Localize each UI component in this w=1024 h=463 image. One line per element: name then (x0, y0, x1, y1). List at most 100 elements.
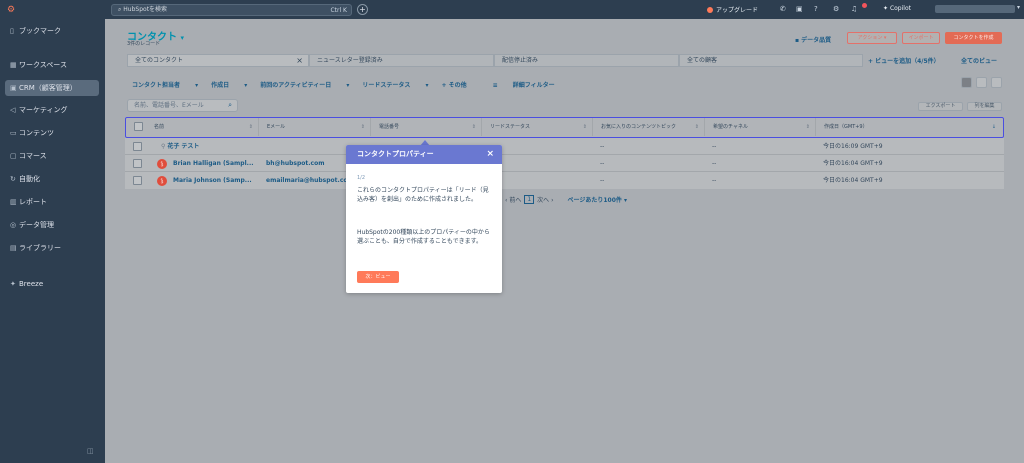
sidebar-item-breeze[interactable]: ✦ Breeze (0, 276, 105, 292)
actions-button[interactable]: アクション ▾ (847, 32, 897, 44)
edit-columns-label: 列を編集 (974, 103, 995, 109)
export-button[interactable]: エクスポート (918, 102, 963, 111)
filter-lead-status[interactable]: リードステータス ▾ (362, 80, 428, 89)
filter-icon: ≡ (492, 82, 500, 89)
sparkle-icon: ✦ (10, 280, 16, 288)
close-icon[interactable]: × (296, 55, 303, 66)
table-row[interactable]: ꝣ Brian Halligan (Sampl... bh@hubspot.co… (125, 155, 1004, 172)
header-label: 希望のチャネル (713, 124, 748, 130)
sidebar-item-content[interactable]: ▭ コンテンツ (0, 125, 105, 141)
filter-label: 作成日 (211, 82, 230, 89)
table-row[interactable]: ꝣ Maria Johnson (Samp... emailmaria@hubs… (125, 172, 1004, 189)
table-row[interactable]: ⚲ 花子 テスト -- -- 今日の16:09 GMT+9 (125, 138, 1004, 155)
column-header-channel[interactable]: 希望のチャネル ⇕ (705, 118, 816, 136)
all-views-button[interactable]: 全てのビュー (961, 56, 997, 65)
sort-icon: ⇕ (805, 124, 810, 130)
filter-created-date[interactable]: 作成日 ▾ (211, 80, 247, 89)
next-label: 次へ (537, 197, 550, 204)
edit-columns-button[interactable]: 列を編集 (967, 102, 1002, 111)
import-button[interactable]: インポート (902, 32, 940, 44)
contact-name-link[interactable]: Maria Johnson (Samp... (165, 172, 252, 189)
sidebar-item-label: 自動化 (19, 175, 40, 183)
copilot-button[interactable]: ✦ Copilot (883, 5, 911, 12)
column-header-lead-status[interactable]: リードステータス ⇕ (482, 118, 593, 136)
help-icon[interactable]: ? (814, 5, 818, 13)
sidebar-item-data-management[interactable]: ◎ データ管理 (0, 217, 105, 233)
sidebar-item-bookmark[interactable]: ▯ ブックマーク (0, 23, 105, 39)
notifications-icon[interactable]: ♫ (851, 5, 857, 13)
onboarding-popover: コンタクトプロパティー × 1/2 これらのコンタクトプロパティーは「リード（見込… (346, 145, 502, 293)
sidebar: ⚙ ▯ ブックマーク ▦ ワークスペース ▣ CRM（顧客管理） ◁ マーケティング ▭… (0, 0, 105, 463)
prev-page-button[interactable]: ‹ 前へ (505, 195, 521, 204)
copilot-label: Copilot (889, 5, 911, 12)
filter-label: 詳細フィルター (512, 82, 555, 89)
hubspot-logo-icon[interactable]: ⚙ (7, 5, 17, 15)
sidebar-item-label: レポート (19, 198, 47, 206)
contact-name: 花子 テスト (167, 143, 200, 150)
sidebar-item-marketing[interactable]: ◁ マーケティング (0, 102, 105, 118)
current-page[interactable]: 1 (524, 195, 535, 204)
chevron-down-icon: ▾ (180, 34, 184, 42)
close-icon[interactable]: × (486, 145, 494, 164)
sidebar-item-crm[interactable]: ▣ CRM（顧客管理） (5, 80, 99, 96)
row-checkbox[interactable] (133, 176, 142, 185)
create-plus-button[interactable]: + (357, 4, 368, 15)
sidebar-item-label: ワークスペース (19, 61, 67, 69)
contact-email[interactable]: emailmaria@hubspot.co (258, 172, 348, 189)
column-header-phone[interactable]: 電話番号 ⇕ (371, 118, 482, 136)
collapse-sidebar-icon[interactable]: ◫ (87, 447, 94, 455)
row-checkbox[interactable] (133, 142, 142, 151)
search-placeholder: HubSpotを検索 (123, 6, 168, 13)
sidebar-item-library[interactable]: ▤ ライブラリー (0, 240, 105, 256)
sort-icon: ⇕ (248, 124, 253, 130)
filter-more[interactable]: + その他 (441, 80, 479, 89)
megaphone-icon: ◁ (10, 106, 16, 114)
phone-icon[interactable]: ✆ (780, 5, 786, 13)
tab-all-contacts[interactable]: 全てのコンタクト × (127, 54, 309, 67)
list-view-icon[interactable] (991, 77, 1002, 88)
per-page-select[interactable]: ページあたり100件 ▾ (567, 195, 627, 204)
tab-label: 全てのコンタクト (135, 57, 184, 64)
tab-newsletter[interactable]: ニュースレター登録済み (309, 54, 494, 67)
settings-icon[interactable]: ⚙ (833, 5, 839, 13)
sidebar-item-workspace[interactable]: ▦ ワークスペース (0, 57, 105, 73)
contact-channel: -- (712, 177, 717, 184)
column-header-name[interactable]: 名前 ⇕ (146, 118, 259, 136)
sidebar-item-commerce[interactable]: ▢ コマース (0, 148, 105, 164)
add-view-button[interactable]: + ビューを追加（4/5件） (868, 56, 940, 65)
marketplace-icon[interactable]: ▣ (796, 5, 803, 13)
table-view-icon[interactable] (961, 77, 972, 88)
column-header-created[interactable]: 作成日（GMT+9） ↓ (816, 118, 1001, 136)
tab-unsubscribed[interactable]: 配信停止済み (494, 54, 679, 67)
sidebar-item-automation[interactable]: ↻ 自動化 (0, 171, 105, 187)
contact-created: 今日の16:04 GMT+9 (823, 160, 883, 167)
next-view-button[interactable]: 次：ビュー (357, 271, 399, 283)
column-header-topic[interactable]: お気に入りのコンテンツトピック ⇕ (593, 118, 705, 136)
filter-owner[interactable]: コンタクト担当者 ▾ (132, 80, 198, 89)
contact-name-link[interactable]: Brian Halligan (Sampl... (165, 155, 254, 172)
contact-name-link[interactable]: ⚲ 花子 テスト (153, 138, 199, 155)
select-all-checkbox[interactable] (134, 122, 143, 131)
contacts-table: 名前 ⇕ Eメール ⇕ 電話番号 ⇕ リードステータス ⇕ お気に入りのコンテンツトピッ… (125, 117, 1004, 189)
board-view-icon[interactable] (976, 77, 987, 88)
contact-email (258, 138, 266, 155)
sidebar-item-label: ブックマーク (19, 27, 61, 35)
table-search-input[interactable]: 名前、電話番号、Eメール ⌕ (127, 99, 238, 112)
column-header-email[interactable]: Eメール ⇕ (259, 118, 371, 136)
account-menu[interactable] (935, 5, 1015, 13)
sidebar-item-reports[interactable]: ▥ レポート (0, 194, 105, 210)
data-quality-button[interactable]: ▪ データ品質 (795, 35, 831, 44)
row-checkbox[interactable] (133, 159, 142, 168)
next-page-button[interactable]: 次へ › (537, 195, 553, 204)
tab-all-customers[interactable]: 全ての顧客 (679, 54, 863, 67)
header-label: お気に入りのコンテンツトピック (601, 124, 677, 130)
document-icon: ▭ (10, 129, 17, 137)
create-contact-button[interactable]: コンタクトを作成 (945, 32, 1002, 44)
advanced-filters-button[interactable]: ≡ 詳細フィルター (493, 80, 568, 89)
filter-last-activity[interactable]: 前回のアクティビティー日 ▾ (260, 80, 349, 89)
export-label: エクスポート (925, 103, 956, 109)
chevron-down-icon[interactable]: ▾ (1017, 4, 1020, 11)
contact-email[interactable]: bh@hubspot.com (258, 155, 324, 172)
global-search-input[interactable]: ⌕ HubSpotを検索 Ctrl K (111, 4, 352, 16)
upgrade-button[interactable]: アップグレード (707, 5, 758, 14)
